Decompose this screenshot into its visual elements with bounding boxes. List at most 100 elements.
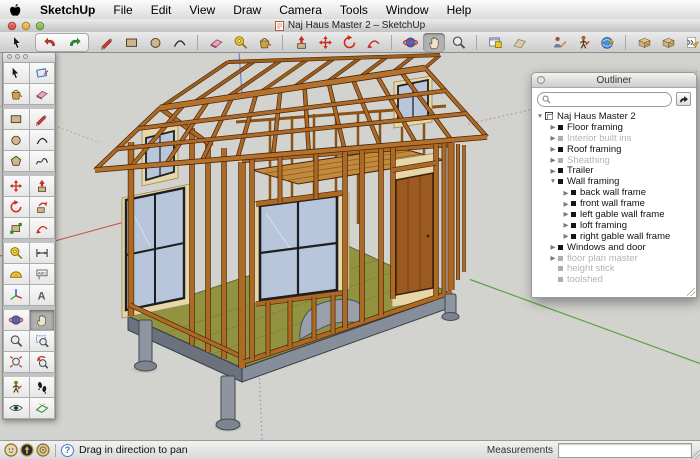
compass-badge-icon[interactable] [20,443,34,457]
get-models-button[interactable] [484,33,506,52]
outliner-item-loft-framing[interactable]: ▶loft framing [532,220,696,231]
outliner-item-interior-built-ins[interactable]: ▶Interior built ins [532,133,696,144]
menu-help[interactable]: Help [438,1,481,19]
outliner-close-button[interactable] [537,76,545,84]
expander-right-icon[interactable]: ▶ [549,167,557,175]
outliner-item-back-wall-frame[interactable]: ▶back wall frame [532,187,696,198]
expander-right-icon[interactable]: ▶ [549,145,557,153]
circle-tool[interactable] [3,130,30,151]
redo-button[interactable] [63,33,85,52]
sage-badge-icon[interactable] [4,443,18,457]
menu-camera[interactable]: Camera [270,1,331,19]
walk-tool[interactable] [30,377,56,398]
look-around-tool[interactable] [3,398,30,419]
toolbar-overflow-chevron[interactable]: » [687,32,694,52]
position-camera-tool[interactable] [3,377,30,398]
outliner-item-windows-and-door[interactable]: ▶Windows and door [532,242,696,253]
expander-right-icon[interactable]: ▶ [549,243,557,251]
apple-menu-icon[interactable] [9,3,21,17]
upload-model-button[interactable] [657,33,679,52]
arc-tool[interactable] [168,33,190,52]
axes-tool[interactable] [3,285,30,306]
menu-edit[interactable]: Edit [142,1,181,19]
move-tool[interactable] [314,33,336,52]
menu-tools[interactable]: Tools [331,1,377,19]
outliner-item-trailer[interactable]: ▶Trailer [532,165,696,176]
pan-tool[interactable] [423,33,445,52]
paint-bucket-tool[interactable] [3,84,30,105]
offset-tool[interactable] [30,218,56,239]
expander-right-icon[interactable]: ▶ [549,254,557,262]
rectangle-tool[interactable] [3,109,30,130]
dimension-tool[interactable] [30,243,56,264]
expander-down-icon[interactable]: ▼ [549,178,557,185]
position-camera-tool[interactable] [572,33,594,52]
zoom-tool[interactable] [447,33,469,52]
outliner-item-front-wall-frame[interactable]: ▶front wall frame [532,198,696,209]
window-title-bar[interactable]: Naj Haus Master 2 – SketchUp [0,19,700,33]
help-icon[interactable]: ? [61,444,74,457]
rotate-tool[interactable] [338,33,360,52]
pan-tool[interactable] [30,310,56,331]
menu-window[interactable]: Window [377,1,438,19]
outliner-item-toolshed[interactable]: toolshed [532,274,696,285]
scale-tool[interactable] [3,218,30,239]
expander-right-icon[interactable]: ▶ [562,189,570,197]
menu-file[interactable]: File [104,1,141,19]
outliner-details-button[interactable] [676,92,691,106]
menu-sketchup[interactable]: SketchUp [31,1,104,19]
tape-measure-tool[interactable] [229,33,251,52]
undo-button[interactable] [39,33,61,52]
outliner-item-roof-framing[interactable]: ▶Roof framing [532,144,696,155]
google-earth-button[interactable] [596,33,618,52]
line-tool[interactable] [96,33,118,52]
push-pull-tool[interactable] [30,176,56,197]
previous-face-tool[interactable] [508,33,530,52]
expander-right-icon[interactable]: ▶ [562,200,570,208]
make-component-tool[interactable] [30,63,56,84]
outliner-item-left-gable-wall-frame[interactable]: ▶left gable wall frame [532,209,696,220]
expander-right-icon[interactable]: ▶ [549,134,557,142]
orbit-tool[interactable] [3,310,30,331]
outliner-search-input[interactable] [537,92,672,107]
text-tool[interactable] [30,264,56,285]
outliner-item-height-stick[interactable]: height stick [532,263,696,274]
menu-draw[interactable]: Draw [224,1,270,19]
eraser-tool[interactable] [30,84,56,105]
circle-tool[interactable] [144,33,166,52]
outliner-item-wall-framing[interactable]: ▼Wall framing [532,176,696,187]
expander-right-icon[interactable]: ▶ [562,210,570,218]
zoom-tool[interactable] [3,331,30,352]
outliner-resize-grip[interactable] [687,288,695,296]
orbit-tool[interactable] [399,33,421,52]
outliner-item-floor-plan-master[interactable]: ▶floor plan master [532,253,696,264]
add-person-tool[interactable] [548,33,570,52]
outliner-item-floor-framing[interactable]: ▶Floor framing [532,122,696,133]
follow-me-tool[interactable] [30,197,56,218]
select-tool[interactable] [3,63,30,84]
rotate-tool[interactable] [3,197,30,218]
outliner-title-bar[interactable]: Outliner [532,73,696,88]
offset-tool[interactable] [362,33,384,52]
expander-right-icon[interactable]: ▶ [549,156,557,164]
section-plane-tool[interactable] [30,398,56,419]
3d-text-tool[interactable] [30,285,56,306]
polygon-tool[interactable] [3,151,30,172]
outliner-item-right-gable-wall-frame[interactable]: ▶right gable wall frame [532,231,696,242]
measurements-input[interactable] [558,443,692,458]
expander-right-icon[interactable]: ▶ [562,232,570,240]
freehand-tool[interactable] [30,151,56,172]
expander-down-icon[interactable]: ▼ [536,113,544,120]
expander-right-icon[interactable]: ▶ [562,221,570,229]
push-pull-tool[interactable] [290,33,312,52]
get-model-button[interactable] [633,33,655,52]
outliner-item-sheathing[interactable]: ▶Sheathing [532,155,696,166]
zoom-extents-tool[interactable] [3,352,30,373]
outliner-item-naj-haus-master-2[interactable]: ▼Naj Haus Master 2 [532,111,696,122]
rectangle-tool[interactable] [120,33,142,52]
paint-bucket-tool[interactable] [253,33,275,52]
line-tool[interactable] [30,109,56,130]
menu-view[interactable]: View [180,1,224,19]
select-tool[interactable] [6,33,28,52]
previous-view-tool[interactable] [30,352,56,373]
